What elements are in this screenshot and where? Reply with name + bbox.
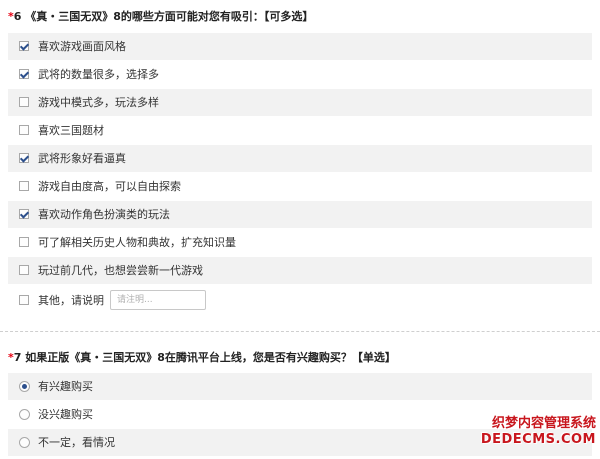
q6-option-9[interactable]: 玩过前几代，也想尝尝新一代游戏 <box>8 257 592 284</box>
radio-selected-icon[interactable] <box>19 381 30 392</box>
checkbox-icon[interactable] <box>19 295 29 305</box>
q6-option-6[interactable]: 游戏自由度高，可以自由探索 <box>8 173 592 200</box>
q6-option-2[interactable]: 武将的数量很多，选择多 <box>8 61 592 88</box>
checkbox-icon[interactable] <box>19 125 29 135</box>
q6-option-1[interactable]: 喜欢游戏画面风格 <box>8 33 592 60</box>
checkbox-checked-icon[interactable] <box>19 41 29 51</box>
option-label: 玩过前几代，也想尝尝新一代游戏 <box>38 264 203 277</box>
q6-option-7[interactable]: 喜欢动作角色扮演类的玩法 <box>8 201 592 228</box>
option-label: 游戏自由度高，可以自由探索 <box>38 180 181 193</box>
q6-option-8[interactable]: 可了解相关历史人物和典故，扩充知识量 <box>8 229 592 256</box>
checkbox-icon[interactable] <box>19 181 29 191</box>
option-label: 武将形象好看逼真 <box>38 152 126 165</box>
checkbox-icon[interactable] <box>19 265 29 275</box>
checkbox-checked-icon[interactable] <box>19 69 29 79</box>
option-label: 喜欢三国题材 <box>38 124 104 137</box>
q6-option-3[interactable]: 游戏中模式多，玩法多样 <box>8 89 592 116</box>
option-label: 可了解相关历史人物和典故，扩充知识量 <box>38 236 236 249</box>
option-label: 喜欢动作角色扮演类的玩法 <box>38 208 170 221</box>
q6-option-other[interactable]: 其他，请说明 <box>8 287 592 314</box>
other-explain-input[interactable] <box>110 290 206 310</box>
q6-option-5[interactable]: 武将形象好看逼真 <box>8 145 592 172</box>
option-label: 喜欢游戏画面风格 <box>38 40 126 53</box>
option-label: 有兴趣购买 <box>38 380 93 393</box>
question-divider <box>0 331 600 332</box>
radio-icon[interactable] <box>19 437 30 448</box>
option-label: 武将的数量很多，选择多 <box>38 68 159 81</box>
question-6-title: *6 《真・三国无双》8的哪些方面可能对您有吸引：【可多选】 <box>8 8 313 24</box>
checkbox-checked-icon[interactable] <box>19 209 29 219</box>
radio-icon[interactable] <box>19 409 30 420</box>
question-7-title: *7 如果正版《真・三国无双》8在腾讯平台上线，您是否有兴趣购买？【单选】 <box>8 349 396 365</box>
checkbox-icon[interactable] <box>19 237 29 247</box>
question-7-text: 7 如果正版《真・三国无双》8在腾讯平台上线，您是否有兴趣购买？【单选】 <box>13 351 396 364</box>
checkbox-icon[interactable] <box>19 97 29 107</box>
option-label: 没兴趣购买 <box>38 408 93 421</box>
question-6-text: 6 《真・三国无双》8的哪些方面可能对您有吸引：【可多选】 <box>13 10 314 23</box>
option-label: 其他，请说明 <box>38 294 104 307</box>
option-label: 游戏中模式多，玩法多样 <box>38 96 159 109</box>
dedecms-watermark: 织梦内容管理系统 DEDECMS.COM <box>481 417 596 446</box>
q7-option-1[interactable]: 有兴趣购买 <box>8 373 592 400</box>
q6-option-4[interactable]: 喜欢三国题材 <box>8 117 592 144</box>
watermark-text-cn: 织梦内容管理系统 <box>491 416 596 431</box>
checkbox-checked-icon[interactable] <box>19 153 29 163</box>
watermark-text-en: DEDECMS.COM <box>480 432 596 447</box>
option-label: 不一定，看情况 <box>38 436 115 449</box>
